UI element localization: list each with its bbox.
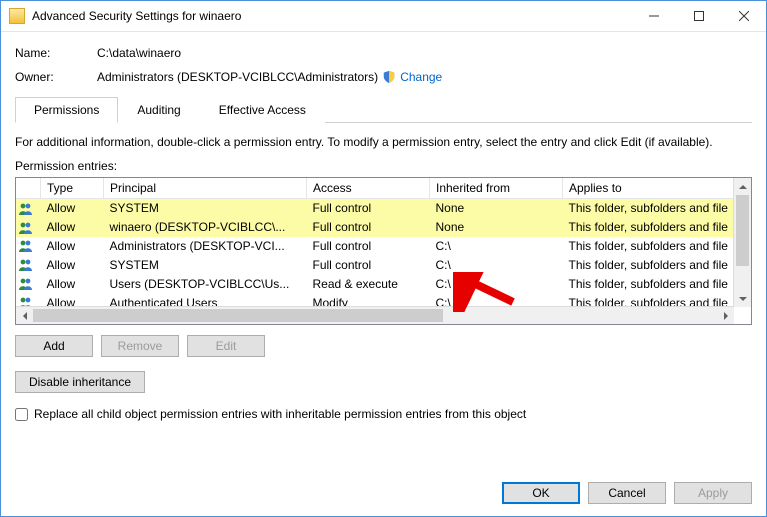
cell-inherited: None bbox=[430, 199, 563, 218]
minimize-button[interactable] bbox=[631, 1, 676, 31]
scroll-left-arrow[interactable] bbox=[16, 307, 33, 324]
table-row[interactable]: AllowSYSTEMFull controlNoneThis folder, … bbox=[16, 199, 751, 218]
cell-inherited: C:\ bbox=[430, 237, 563, 256]
cell-access: Full control bbox=[307, 218, 430, 237]
header-applies[interactable]: Applies to bbox=[563, 178, 752, 199]
scroll-right-arrow[interactable] bbox=[717, 307, 734, 324]
scroll-down-arrow[interactable] bbox=[734, 290, 751, 307]
cell-inherited: None bbox=[430, 218, 563, 237]
header-row: Type Principal Access Inherited from App… bbox=[16, 178, 751, 199]
header-icon[interactable] bbox=[16, 178, 41, 199]
window-title: Advanced Security Settings for winaero bbox=[32, 9, 631, 23]
replace-checkbox-row: Replace all child object permission entr… bbox=[15, 407, 752, 421]
cell-access: Full control bbox=[307, 255, 430, 274]
cell-applies: This folder, subfolders and file bbox=[563, 218, 752, 237]
cell-principal: SYSTEM bbox=[104, 255, 307, 274]
folder-security-icon bbox=[9, 8, 25, 24]
cancel-button[interactable]: Cancel bbox=[588, 482, 666, 504]
name-label: Name: bbox=[15, 46, 97, 60]
cell-applies: This folder, subfolders and file bbox=[563, 255, 752, 274]
tab-strip: Permissions Auditing Effective Access bbox=[15, 96, 752, 123]
cell-principal: Administrators (DESKTOP-VCI... bbox=[104, 237, 307, 256]
maximize-button[interactable] bbox=[676, 1, 721, 31]
vertical-scrollbar[interactable] bbox=[733, 178, 751, 307]
change-owner-link[interactable]: Change bbox=[400, 70, 442, 84]
table-row[interactable]: AllowSYSTEMFull controlC:\This folder, s… bbox=[16, 255, 751, 274]
instructions-text: For additional information, double-click… bbox=[15, 135, 752, 149]
principal-icon bbox=[18, 221, 34, 235]
tab-permissions[interactable]: Permissions bbox=[15, 97, 118, 123]
cell-type: Allow bbox=[41, 218, 104, 237]
horizontal-scrollbar[interactable] bbox=[16, 306, 734, 324]
horizontal-scroll-thumb[interactable] bbox=[33, 309, 443, 322]
object-info: Name: C:\data\winaero Owner: Administrat… bbox=[15, 42, 752, 90]
tab-auditing[interactable]: Auditing bbox=[118, 97, 199, 123]
window: Advanced Security Settings for winaero N… bbox=[0, 0, 767, 517]
tab-effective-access[interactable]: Effective Access bbox=[200, 97, 325, 123]
name-value: C:\data\winaero bbox=[97, 46, 181, 60]
owner-value: Administrators (DESKTOP-VCIBLCC\Administ… bbox=[97, 70, 378, 84]
cell-applies: This folder, subfolders and file bbox=[563, 274, 752, 293]
cell-access: Full control bbox=[307, 237, 430, 256]
owner-label: Owner: bbox=[15, 70, 97, 84]
remove-button[interactable]: Remove bbox=[101, 335, 179, 357]
principal-icon bbox=[18, 239, 34, 253]
ok-button[interactable]: OK bbox=[502, 482, 580, 504]
vertical-scroll-thumb[interactable] bbox=[736, 195, 749, 266]
cell-inherited: C:\ bbox=[430, 274, 563, 293]
replace-checkbox-label: Replace all child object permission entr… bbox=[34, 407, 526, 421]
apply-button[interactable]: Apply bbox=[674, 482, 752, 504]
cell-inherited: C:\ bbox=[430, 255, 563, 274]
shield-icon bbox=[382, 70, 396, 84]
cell-access: Read & execute bbox=[307, 274, 430, 293]
cell-type: Allow bbox=[41, 255, 104, 274]
add-button[interactable]: Add bbox=[15, 335, 93, 357]
table-row[interactable]: AllowAdministrators (DESKTOP-VCI...Full … bbox=[16, 237, 751, 256]
scroll-up-arrow[interactable] bbox=[734, 178, 751, 195]
header-principal[interactable]: Principal bbox=[104, 178, 307, 199]
window-buttons bbox=[631, 1, 766, 31]
disable-inheritance-button[interactable]: Disable inheritance bbox=[15, 371, 145, 393]
header-type[interactable]: Type bbox=[41, 178, 104, 199]
permission-entries-label: Permission entries: bbox=[15, 159, 752, 173]
cell-type: Allow bbox=[41, 274, 104, 293]
cell-applies: This folder, subfolders and file bbox=[563, 199, 752, 218]
cell-access: Full control bbox=[307, 199, 430, 218]
cell-type: Allow bbox=[41, 237, 104, 256]
principal-icon bbox=[18, 277, 34, 291]
title-bar: Advanced Security Settings for winaero bbox=[1, 1, 766, 32]
replace-checkbox[interactable] bbox=[15, 408, 28, 421]
cell-principal: Users (DESKTOP-VCIBLCC\Us... bbox=[104, 274, 307, 293]
cell-applies: This folder, subfolders and file bbox=[563, 237, 752, 256]
dialog-footer: OK Cancel Apply bbox=[502, 482, 752, 504]
header-inherited[interactable]: Inherited from bbox=[430, 178, 563, 199]
table-row[interactable]: Allowwinaero (DESKTOP-VCIBLCC\...Full co… bbox=[16, 218, 751, 237]
permission-entries-grid[interactable]: Type Principal Access Inherited from App… bbox=[15, 177, 752, 325]
edit-button[interactable]: Edit bbox=[187, 335, 265, 357]
cell-type: Allow bbox=[41, 199, 104, 218]
close-button[interactable] bbox=[721, 1, 766, 31]
table-row[interactable]: AllowUsers (DESKTOP-VCIBLCC\Us...Read & … bbox=[16, 274, 751, 293]
principal-icon bbox=[18, 258, 34, 272]
cell-principal: winaero (DESKTOP-VCIBLCC\... bbox=[104, 218, 307, 237]
header-access[interactable]: Access bbox=[307, 178, 430, 199]
principal-icon bbox=[18, 202, 34, 216]
cell-principal: SYSTEM bbox=[104, 199, 307, 218]
client-area: Name: C:\data\winaero Owner: Administrat… bbox=[1, 42, 766, 421]
entry-buttons: Add Remove Edit bbox=[15, 335, 752, 357]
